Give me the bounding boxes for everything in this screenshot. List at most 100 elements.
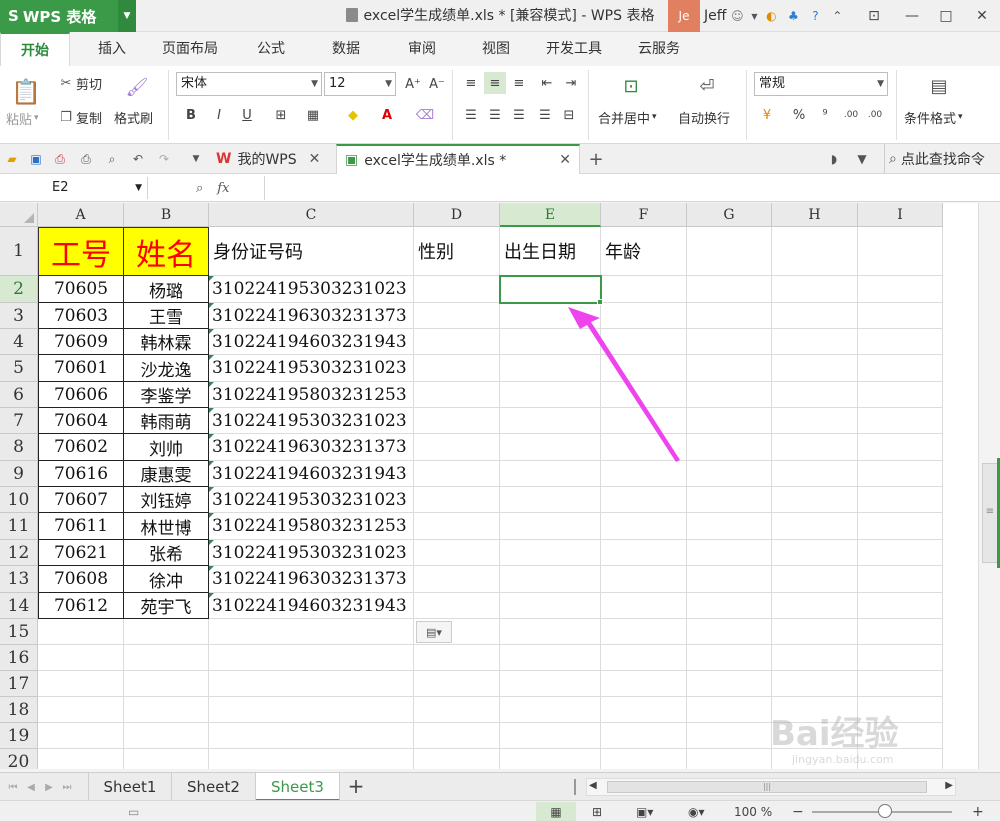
close-icon[interactable]: ✕ xyxy=(966,0,998,32)
cell-empty[interactable] xyxy=(858,723,943,749)
cell-empty[interactable] xyxy=(601,276,687,303)
cell-empty[interactable] xyxy=(687,461,772,487)
close-icon[interactable]: ✕ xyxy=(309,151,321,167)
print-icon[interactable]: ⎙ xyxy=(78,151,94,167)
row-header-9[interactable]: 9 xyxy=(0,461,38,487)
zoom-slider-knob[interactable] xyxy=(878,804,892,818)
cell-empty[interactable] xyxy=(500,461,601,487)
cell-empty[interactable] xyxy=(124,671,209,697)
cell-idcard[interactable]: 310224195303231023 xyxy=(209,540,414,566)
cell-empty[interactable] xyxy=(858,434,943,461)
cell-empty[interactable] xyxy=(601,723,687,749)
cell-empty[interactable] xyxy=(687,434,772,461)
comma-style-icon[interactable]: ⁹ xyxy=(814,104,836,126)
format-painter-icon[interactable]: 🖌 xyxy=(118,72,156,102)
cell-empty[interactable] xyxy=(687,593,772,619)
cell-name[interactable]: 苑宇飞 xyxy=(123,593,209,619)
decrease-decimal-icon[interactable]: .00 xyxy=(864,104,886,126)
clear-format-icon[interactable]: ⌫ xyxy=(414,104,436,126)
tab-page-layout[interactable]: 页面布局 xyxy=(150,32,230,66)
status-doc-icon[interactable]: ▭ xyxy=(128,802,139,821)
cell-empty[interactable] xyxy=(500,671,601,697)
increase-decimal-icon[interactable]: .00 xyxy=(840,104,862,126)
robot-icon[interactable]: ☺ xyxy=(726,0,748,32)
percent-icon[interactable]: % xyxy=(788,104,810,126)
cell-empty[interactable] xyxy=(414,408,500,434)
cell-empty[interactable] xyxy=(601,303,687,329)
cell-empty[interactable] xyxy=(601,408,687,434)
zoom-formula-icon[interactable]: ⌕ xyxy=(196,181,203,196)
cell-empty[interactable] xyxy=(500,408,601,434)
maximize-icon[interactable]: □ xyxy=(930,0,962,32)
cell-empty[interactable] xyxy=(772,697,858,723)
cell-id[interactable]: 70609 xyxy=(38,329,124,355)
chevron-down-icon[interactable]: ▼ xyxy=(118,0,136,32)
cell-id[interactable]: 70607 xyxy=(38,487,124,513)
distribute-icon[interactable]: ⊟ xyxy=(558,104,580,126)
formula-input[interactable] xyxy=(264,176,1000,200)
cell-empty[interactable] xyxy=(601,382,687,408)
row-header-18[interactable]: 18 xyxy=(0,697,38,723)
align-left-icon[interactable]: ☰ xyxy=(460,104,482,126)
help-icon[interactable]: ? xyxy=(804,0,826,32)
cell-empty[interactable] xyxy=(601,355,687,382)
row-header-6[interactable]: 6 xyxy=(0,382,38,408)
font-size-select[interactable]: 12 ▼ xyxy=(324,72,396,96)
cell-empty[interactable] xyxy=(601,749,687,769)
cell-id[interactable]: 70603 xyxy=(38,303,124,329)
cell-empty[interactable] xyxy=(124,749,209,769)
row-header-20[interactable]: 20 xyxy=(0,749,38,769)
cell-name[interactable]: 林世博 xyxy=(123,513,209,540)
cell-empty[interactable] xyxy=(772,671,858,697)
save-icon[interactable]: ▣ xyxy=(28,151,44,167)
cell-empty[interactable] xyxy=(858,619,943,645)
cell-empty[interactable] xyxy=(38,749,124,769)
column-header-c[interactable]: C xyxy=(209,203,414,227)
paste-button[interactable]: 粘贴 ▾ xyxy=(6,108,39,128)
column-header-f[interactable]: F xyxy=(601,203,687,227)
cell-id[interactable]: 70608 xyxy=(38,566,124,593)
cell-empty[interactable] xyxy=(687,619,772,645)
row-header-3[interactable]: 3 xyxy=(0,303,38,329)
cell-empty[interactable] xyxy=(500,513,601,540)
cell-empty[interactable] xyxy=(601,697,687,723)
bold-icon[interactable]: B xyxy=(180,104,202,126)
fill-pattern-icon[interactable]: ▦ xyxy=(302,104,324,126)
fill-handle[interactable] xyxy=(597,299,603,305)
cell-empty[interactable] xyxy=(414,540,500,566)
cell-idcard[interactable]: 310224195803231253 xyxy=(209,513,414,540)
cell-empty[interactable] xyxy=(687,303,772,329)
cell-empty[interactable] xyxy=(601,513,687,540)
cell-empty[interactable] xyxy=(601,540,687,566)
minimize-icon[interactable]: — xyxy=(896,0,928,32)
conditional-format-button[interactable]: 条件格式 ▾ xyxy=(904,106,963,128)
cell-header-age[interactable]: 年龄 xyxy=(601,227,687,276)
cell-empty[interactable] xyxy=(601,566,687,593)
cell-empty[interactable] xyxy=(858,303,943,329)
cell-empty[interactable] xyxy=(414,434,500,461)
cell-empty[interactable] xyxy=(414,593,500,619)
row-header-1[interactable]: 1 xyxy=(0,227,38,276)
close-icon[interactable]: ✕ xyxy=(559,152,571,168)
fx-icon[interactable]: fx xyxy=(217,181,229,196)
cell-name[interactable]: 刘钰婷 xyxy=(123,487,209,513)
font-grow-icon[interactable]: A⁺ xyxy=(402,73,424,95)
cell-name[interactable]: 韩雨萌 xyxy=(123,408,209,434)
cell-empty[interactable] xyxy=(414,566,500,593)
cell-empty[interactable] xyxy=(209,697,414,723)
cell-empty[interactable] xyxy=(38,645,124,671)
cell-name[interactable]: 杨璐 xyxy=(123,276,209,303)
cell-empty[interactable] xyxy=(772,276,858,303)
cell-empty[interactable] xyxy=(500,749,601,769)
cell-idcard[interactable]: 310224196303231373 xyxy=(209,434,414,461)
first-sheet-icon[interactable]: ⏮ xyxy=(6,779,20,795)
paste-icon[interactable]: 📋 xyxy=(6,72,46,112)
number-format-select[interactable]: 常规 ▼ xyxy=(754,72,888,96)
column-header-e[interactable]: E xyxy=(500,203,601,227)
cell-id[interactable]: 70602 xyxy=(38,434,124,461)
normal-view-icon[interactable]: ▦ xyxy=(536,802,576,821)
cell-empty[interactable] xyxy=(858,697,943,723)
row-header-14[interactable]: 14 xyxy=(0,593,38,619)
cell-empty[interactable] xyxy=(858,461,943,487)
cloud-sync-icon[interactable]: ◐ xyxy=(760,0,782,32)
